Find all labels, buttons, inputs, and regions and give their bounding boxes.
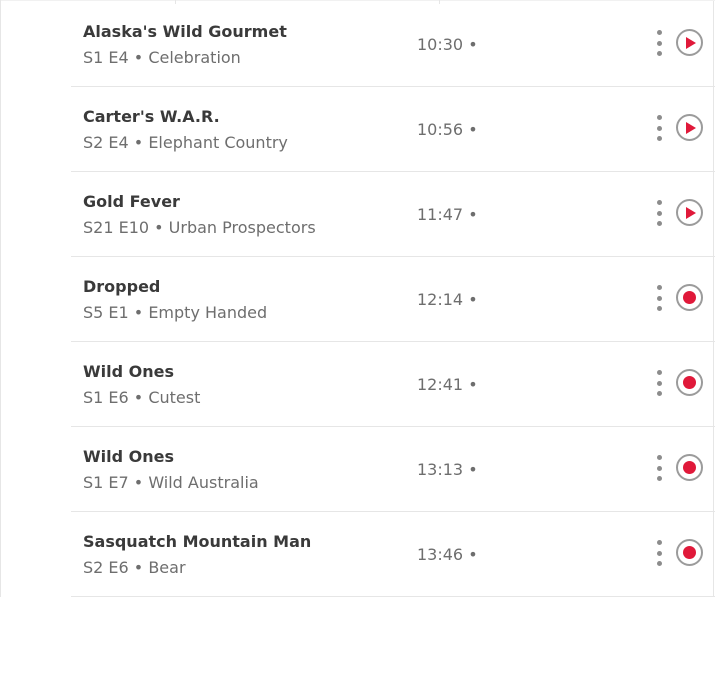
episode-info: S1 E6 • Cutest: [83, 388, 201, 407]
play-button[interactable]: [676, 199, 703, 226]
dot: [656, 550, 662, 556]
record-icon: [683, 291, 696, 304]
dot: [656, 540, 662, 545]
air-time: 11:47 •: [417, 205, 478, 224]
more-options-icon[interactable]: [653, 115, 665, 141]
record-button[interactable]: [676, 539, 703, 566]
play-icon: [686, 36, 696, 49]
play-button[interactable]: [676, 114, 703, 141]
more-options-icon[interactable]: [653, 285, 665, 311]
air-time: 13:13 •: [417, 460, 478, 479]
episode-info: S2 E6 • Bear: [83, 558, 186, 577]
episode-info: S21 E10 • Urban Prospectors: [83, 218, 316, 237]
play-icon: [686, 206, 696, 219]
record-button[interactable]: [676, 284, 703, 311]
schedule-panel: Alaska's Wild Gourmet S1 E4 • Celebratio…: [0, 0, 715, 597]
play-button[interactable]: [676, 29, 703, 56]
schedule-row[interactable]: Dropped S5 E1 • Empty Handed 12:14 •: [71, 257, 715, 342]
dot: [656, 30, 662, 35]
dot: [656, 306, 662, 311]
schedule-row[interactable]: Gold Fever S21 E10 • Urban Prospectors 1…: [71, 172, 715, 257]
episode-info: S5 E1 • Empty Handed: [83, 303, 268, 322]
dot: [656, 295, 662, 301]
dot: [656, 476, 662, 481]
dot: [656, 136, 662, 141]
more-options-icon[interactable]: [653, 455, 665, 481]
dot: [656, 221, 662, 226]
dot: [656, 115, 662, 120]
air-time: 10:30 •: [417, 35, 478, 54]
show-title[interactable]: Carter's W.A.R.: [83, 107, 220, 126]
show-title[interactable]: Sasquatch Mountain Man: [83, 532, 311, 551]
dot: [656, 370, 662, 375]
schedule-row[interactable]: Sasquatch Mountain Man S2 E6 • Bear 13:4…: [71, 512, 715, 597]
air-time: 12:41 •: [417, 375, 478, 394]
dot: [656, 455, 662, 460]
dot: [656, 200, 662, 205]
record-icon: [683, 376, 696, 389]
record-button[interactable]: [676, 369, 703, 396]
dot: [656, 391, 662, 396]
show-title[interactable]: Gold Fever: [83, 192, 180, 211]
air-time: 12:14 •: [417, 290, 478, 309]
record-icon: [683, 546, 696, 559]
dot: [656, 561, 662, 566]
episode-info: S1 E4 • Celebration: [83, 48, 241, 67]
dot: [656, 40, 662, 46]
dot: [656, 210, 662, 216]
show-title[interactable]: Wild Ones: [83, 447, 174, 466]
dot: [656, 125, 662, 131]
dot: [656, 285, 662, 290]
more-options-icon[interactable]: [653, 200, 665, 226]
show-title[interactable]: Alaska's Wild Gourmet: [83, 22, 287, 41]
episode-info: S2 E4 • Elephant Country: [83, 133, 288, 152]
more-options-icon[interactable]: [653, 30, 665, 56]
schedule-row[interactable]: Wild Ones S1 E6 • Cutest 12:41 •: [71, 342, 715, 427]
dot: [656, 51, 662, 56]
more-options-icon[interactable]: [653, 370, 665, 396]
more-options-icon[interactable]: [653, 540, 665, 566]
schedule-row[interactable]: Carter's W.A.R. S2 E4 • Elephant Country…: [71, 87, 715, 172]
dot: [656, 380, 662, 386]
schedule-list: Alaska's Wild Gourmet S1 E4 • Celebratio…: [71, 2, 715, 597]
air-time: 13:46 •: [417, 545, 478, 564]
episode-info: S1 E7 • Wild Australia: [83, 473, 259, 492]
schedule-row[interactable]: Wild Ones S1 E7 • Wild Australia 13:13 •: [71, 427, 715, 512]
dot: [656, 465, 662, 471]
show-title[interactable]: Dropped: [83, 277, 160, 296]
schedule-row[interactable]: Alaska's Wild Gourmet S1 E4 • Celebratio…: [71, 2, 715, 87]
record-button[interactable]: [676, 454, 703, 481]
show-title[interactable]: Wild Ones: [83, 362, 174, 381]
play-icon: [686, 121, 696, 134]
record-icon: [683, 461, 696, 474]
air-time: 10:56 •: [417, 120, 478, 139]
top-divider: [1, 0, 715, 1]
